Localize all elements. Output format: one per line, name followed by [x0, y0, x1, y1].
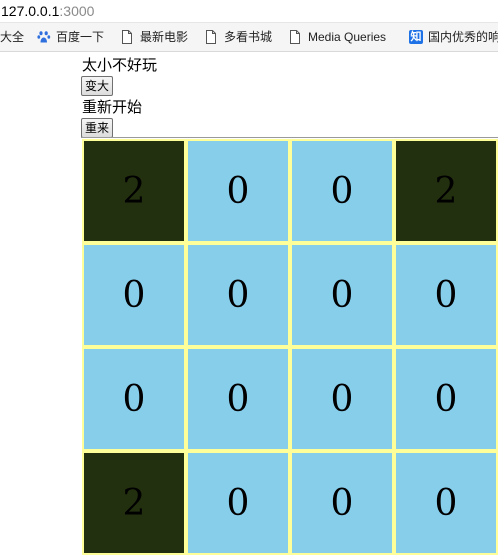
tile-r2-c0: 0 — [84, 349, 184, 449]
bookmarks-bar: 大全 百度一下 最新电影 多看书城 Media Queries 知 国内优秀的响 — [0, 22, 498, 52]
page-content: 太小不好玩 变大 重新开始 重来 2002000000002000 — [0, 52, 498, 555]
bookmark-zhihu[interactable]: 知 国内优秀的响 — [409, 23, 498, 51]
tile-r1-c1: 0 — [188, 245, 288, 345]
tile-r2-c1: 0 — [188, 349, 288, 449]
tile-r3-c3: 0 — [396, 453, 496, 553]
tile-r3-c1: 0 — [188, 453, 288, 553]
zhihu-icon: 知 — [409, 30, 423, 44]
bookmark-movies[interactable]: 最新电影 — [121, 23, 188, 51]
page-icon — [289, 30, 303, 44]
address-port: :3000 — [59, 3, 95, 19]
bookmark-media-queries[interactable]: Media Queries — [289, 23, 386, 51]
bookmark-label: 多看书城 — [224, 30, 273, 44]
tile-r0-c0: 2 — [84, 141, 184, 241]
tile-r0-c2: 0 — [292, 141, 392, 241]
address-host: 127.0.0.1 — [1, 3, 60, 19]
restart-hint-text: 重新开始 — [82, 98, 143, 116]
tile-r1-c0: 0 — [84, 245, 184, 345]
bookmark-duokan[interactable]: 多看书城 — [205, 23, 272, 51]
tile-r2-c2: 0 — [292, 349, 392, 449]
restart-button[interactable]: 重来 — [81, 118, 114, 138]
page-icon — [205, 30, 219, 44]
game-board: 2002000000002000 — [82, 139, 498, 555]
tile-r1-c2: 0 — [292, 245, 392, 345]
baidu-paw-icon — [37, 30, 51, 44]
address-bar[interactable]: 127.0.0.1:3000 — [0, 0, 498, 22]
bookmark-daquan[interactable]: 大全 — [0, 23, 24, 51]
tile-r0-c3: 2 — [396, 141, 496, 241]
tile-r3-c2: 0 — [292, 453, 392, 553]
bookmark-label: Media Queries — [308, 30, 387, 44]
size-hint-text: 太小不好玩 — [82, 56, 158, 74]
tile-r3-c0: 2 — [84, 453, 184, 553]
tile-r2-c3: 0 — [396, 349, 496, 449]
bookmark-label: 百度一下 — [56, 30, 105, 44]
bookmark-baidu[interactable]: 百度一下 — [37, 23, 104, 51]
bookmark-label: 国内优秀的响 — [428, 30, 498, 44]
bookmark-label: 大全 — [0, 30, 25, 44]
enlarge-button[interactable]: 变大 — [81, 76, 114, 96]
divider — [81, 137, 498, 138]
tile-r0-c1: 0 — [188, 141, 288, 241]
tile-r1-c3: 0 — [396, 245, 496, 345]
bookmark-label: 最新电影 — [140, 30, 189, 44]
page-icon — [121, 30, 135, 44]
